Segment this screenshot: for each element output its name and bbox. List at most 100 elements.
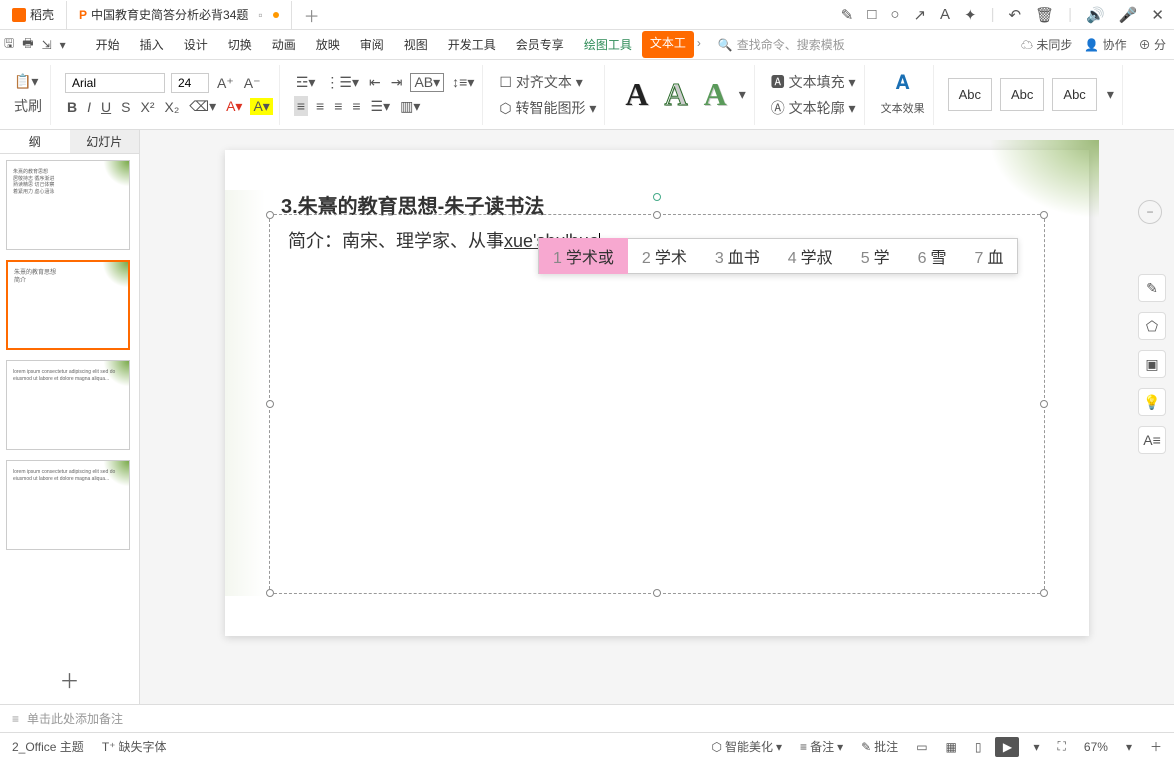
number-list-icon[interactable]: ⋮☰▾ xyxy=(323,73,361,92)
strikethrough-button[interactable]: S xyxy=(119,98,132,116)
clear-format-button[interactable]: ⌫▾ xyxy=(187,97,218,116)
share-button[interactable]: ⊕ 分 xyxy=(1139,36,1166,53)
comments-toggle[interactable]: ✎ 批注 xyxy=(857,736,902,757)
ime-candidate-bar[interactable]: 1学术或 2学术 3血书 4学叔 5学 6雪 7血 xyxy=(538,238,1018,274)
tab-drawing-tools[interactable]: 绘图工具 xyxy=(574,31,642,58)
tab-menu-icon[interactable]: ▫ xyxy=(258,8,262,22)
increase-indent-icon[interactable]: ⇥ xyxy=(389,73,405,92)
theme-indicator[interactable]: 2_Office 主题 xyxy=(8,736,88,757)
thumbnail-4[interactable]: lorem ipsum consectetur adipiscing elit … xyxy=(6,460,130,550)
tab-review[interactable]: 审阅 xyxy=(350,31,394,58)
export-icon[interactable]: ⇲ xyxy=(42,38,52,52)
shape-style-1[interactable]: Abc xyxy=(948,78,992,111)
ime-candidate-5[interactable]: 5学 xyxy=(847,238,904,274)
distribute-icon[interactable]: ☰▾ xyxy=(369,97,393,116)
italic-button[interactable]: I xyxy=(85,98,93,116)
subscript-button[interactable]: X₂ xyxy=(162,98,181,116)
font-size-select[interactable] xyxy=(171,73,209,93)
view-normal-icon[interactable]: ▭ xyxy=(912,738,931,756)
slideshow-dropdown-icon[interactable]: ▾ xyxy=(1029,738,1043,756)
close-icon[interactable]: ✕ xyxy=(1151,6,1164,24)
text-tool-icon[interactable]: A≡ xyxy=(1138,426,1166,454)
tab-animation[interactable]: 动画 xyxy=(262,31,306,58)
slides-tab[interactable]: 幻灯片 xyxy=(70,130,140,153)
font-family-select[interactable] xyxy=(65,73,165,93)
decrease-font-icon[interactable]: A⁻ xyxy=(242,74,263,93)
tab-text-tools[interactable]: 文本工 xyxy=(642,31,694,58)
paste-icon[interactable]: 📋▾ xyxy=(12,72,40,91)
tab-member[interactable]: 会员专享 xyxy=(506,31,574,58)
wordart-style-2[interactable]: A xyxy=(659,76,694,113)
add-slide-button[interactable]: ＋ xyxy=(0,655,139,704)
collab-button[interactable]: 👤 协作 xyxy=(1084,36,1126,53)
align-text-button[interactable]: ☐ 对齐文本 ▾ xyxy=(497,71,584,93)
superscript-button[interactable]: X² xyxy=(138,98,156,116)
line-spacing-icon[interactable]: ↕≡▾ xyxy=(450,73,476,92)
smart-shape-button[interactable]: ⬡ 转智能图形 ▾ xyxy=(497,97,598,119)
shape-style-2[interactable]: Abc xyxy=(1000,78,1044,111)
slide[interactable]: 3.朱熹的教育思想-朱子读书法 简介：南宋、理学家、从事xue'shu'huo xyxy=(225,150,1089,636)
smart-beautify-button[interactable]: ⬡ 智能美化 ▾ xyxy=(708,736,787,757)
align-center-icon[interactable]: ≡ xyxy=(314,97,326,115)
tab-insert[interactable]: 插入 xyxy=(130,31,174,58)
tab-document[interactable]: P 中国教育史简答分析必背34题 ▫ xyxy=(67,1,292,29)
thumbnail-3[interactable]: lorem ipsum consectetur adipiscing elit … xyxy=(6,360,130,450)
missing-font-indicator[interactable]: T⁺ 缺失字体 xyxy=(98,736,171,757)
thumbnail-1[interactable]: 朱熹的教育思想居敬持志 循序渐进熟读精思 切己体察着紧用力 虚心涵泳 xyxy=(6,160,130,250)
trash-icon[interactable]: 🗑 xyxy=(1035,6,1054,24)
text-a-icon[interactable]: A xyxy=(940,6,950,24)
text-direction-icon[interactable]: AB▾ xyxy=(410,73,444,92)
sync-status[interactable]: ☁ 未同步 xyxy=(1021,36,1072,53)
text-outline-button[interactable]: Ⓐ 文本轮廓 ▾ xyxy=(769,97,858,119)
tab-view[interactable]: 视图 xyxy=(394,31,438,58)
save-icon[interactable]: 🖫 xyxy=(4,34,14,55)
outline-tab[interactable]: 纲 xyxy=(0,130,70,153)
highlight-button[interactable]: A▾ xyxy=(250,98,272,115)
tab-design[interactable]: 设计 xyxy=(174,31,218,58)
ime-candidate-2[interactable]: 2学术 xyxy=(628,238,701,274)
tab-transition[interactable]: 切换 xyxy=(218,31,262,58)
bulb-tool-icon[interactable]: 💡 xyxy=(1138,388,1166,416)
ime-candidate-6[interactable]: 6雪 xyxy=(904,238,961,274)
print-icon[interactable]: 🖶 xyxy=(22,34,33,55)
mic-icon[interactable]: 🎤 xyxy=(1119,6,1138,24)
arrow-icon[interactable]: ↗ xyxy=(913,6,926,24)
notes-bar[interactable]: ≡ 单击此处添加备注 xyxy=(0,704,1174,732)
square-icon[interactable]: □ xyxy=(867,6,876,24)
align-justify-icon[interactable]: ≡ xyxy=(350,97,362,115)
thumbnail-2[interactable]: 朱熹的教育思想简介 xyxy=(6,260,130,350)
font-color-button[interactable]: A▾ xyxy=(224,97,244,116)
circle-icon[interactable]: ○ xyxy=(890,6,899,24)
zoom-dropdown-icon[interactable]: ▾ xyxy=(1122,738,1136,756)
zoom-out-icon[interactable]: − xyxy=(1138,200,1162,224)
undo-icon[interactable]: ↶ xyxy=(1009,6,1022,24)
columns-icon[interactable]: ▥▾ xyxy=(398,97,422,116)
layers-tool-icon[interactable]: ▣ xyxy=(1138,350,1166,378)
align-left-icon[interactable]: ≡ xyxy=(294,96,308,116)
edit-icon[interactable]: ✎ xyxy=(841,6,854,24)
chevron-right-icon[interactable]: › xyxy=(694,31,704,58)
zoom-level[interactable]: 67% xyxy=(1080,738,1112,756)
text-fill-button[interactable]: 🅰 文本填充 ▾ xyxy=(769,71,858,93)
bullet-list-icon[interactable]: ☲▾ xyxy=(294,73,318,92)
tab-slideshow[interactable]: 放映 xyxy=(306,31,350,58)
wordart-style-3[interactable]: A xyxy=(698,76,733,113)
sparkle-icon[interactable]: ✦ xyxy=(964,6,977,24)
bold-button[interactable]: B xyxy=(65,98,79,116)
ime-candidate-3[interactable]: 3血书 xyxy=(701,238,774,274)
slideshow-button[interactable]: ▶ xyxy=(995,737,1019,757)
shape-style-3[interactable]: Abc xyxy=(1052,78,1096,111)
ime-candidate-1[interactable]: 1学术或 xyxy=(539,238,628,274)
format-painter[interactable]: 式刷 xyxy=(12,95,44,117)
tab-devtools[interactable]: 开发工具 xyxy=(438,31,506,58)
command-search[interactable]: 🔍 查找命令、搜索模板 xyxy=(718,36,845,53)
align-right-icon[interactable]: ≡ xyxy=(332,97,344,115)
pencil-tool-icon[interactable]: ✎ xyxy=(1138,274,1166,302)
shape-tool-icon[interactable]: ⬠ xyxy=(1138,312,1166,340)
decrease-indent-icon[interactable]: ⇤ xyxy=(367,73,383,92)
underline-button[interactable]: U xyxy=(99,98,113,116)
chevron-down-icon[interactable]: ▾ xyxy=(60,38,66,52)
wordart-more-icon[interactable]: ▾ xyxy=(737,85,748,104)
tab-start[interactable]: 开始 xyxy=(86,31,130,58)
canvas-area[interactable]: 3.朱熹的教育思想-朱子读书法 简介：南宋、理学家、从事xue'shu'huo … xyxy=(140,130,1174,704)
